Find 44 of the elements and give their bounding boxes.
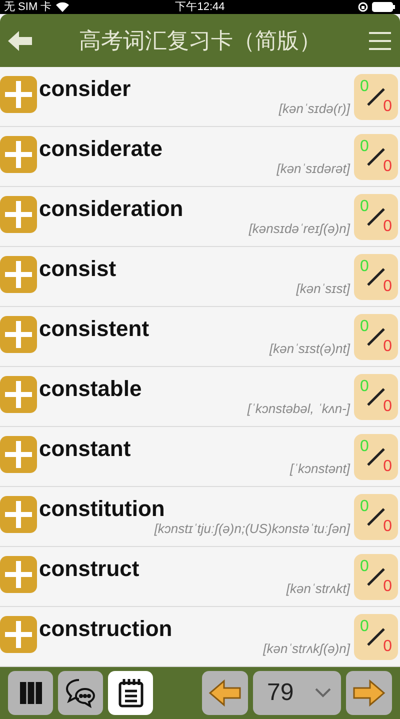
correct-count: 0 — [360, 318, 369, 334]
correct-count: 0 — [360, 558, 369, 574]
correct-count: 0 — [360, 198, 369, 214]
word-text: constant — [39, 436, 131, 460]
wrong-count: 0 — [383, 98, 392, 114]
phonetic-text: [ˈkɔnstəbəl, ˈkʌn-] — [247, 400, 350, 416]
correct-count: 0 — [360, 78, 369, 94]
wrong-count: 0 — [383, 338, 392, 354]
phonetic-text: [kənˈsɪdərət] — [276, 160, 350, 176]
phonetic-text: [kɔnstɪˈtjuːʃ(ə)n;(US)kɔnstəˈtuːʃən] — [154, 520, 350, 536]
wrong-count: 0 — [383, 158, 392, 174]
word-text: consider — [39, 76, 131, 100]
correct-count: 0 — [360, 258, 369, 274]
word-text: considerate — [39, 136, 162, 160]
carrier-text: 无 SIM 卡 — [4, 0, 52, 14]
phonetic-text: [kənˈsɪst] — [296, 280, 350, 296]
wrong-count: 0 — [383, 218, 392, 234]
status-time: 下午12:44 — [175, 0, 225, 14]
word-text: consistent — [39, 316, 150, 340]
word-text: constable — [39, 376, 142, 400]
phonetic-text: [kənˈstrʌkt] — [286, 580, 350, 596]
phonetic-text: [kənˈsɪdə(r)] — [278, 100, 350, 116]
phonetic-text: [ˈkɔnstənt] — [290, 460, 350, 476]
wrong-count: 0 — [383, 278, 392, 294]
phonetic-text: [kənsɪdəˈreɪʃ(ə)n] — [248, 220, 350, 236]
correct-count: 0 — [360, 138, 369, 154]
wrong-count: 0 — [383, 518, 392, 534]
phonetic-text: [kənˈsɪst(ə)nt] — [270, 340, 350, 356]
app-title: 高考词汇复习卡（简版） — [78, 26, 322, 54]
wrong-count: 0 — [383, 578, 392, 594]
phonetic-text: [kənˈstrʌkʃ(ə)n] — [263, 640, 350, 656]
page-select[interactable]: 79 — [253, 671, 341, 715]
correct-count: 0 — [360, 438, 369, 454]
correct-count: 0 — [360, 618, 369, 634]
word-text: constitution — [39, 496, 165, 520]
correct-count: 0 — [360, 378, 369, 394]
wrong-count: 0 — [383, 638, 392, 654]
wrong-count: 0 — [383, 458, 392, 474]
correct-count: 0 — [360, 498, 369, 514]
word-text: construction — [39, 616, 172, 640]
word-text: construct — [39, 556, 140, 580]
wrong-count: 0 — [383, 398, 392, 414]
word-text: consideration — [39, 196, 184, 220]
word-text: consist — [39, 256, 116, 280]
